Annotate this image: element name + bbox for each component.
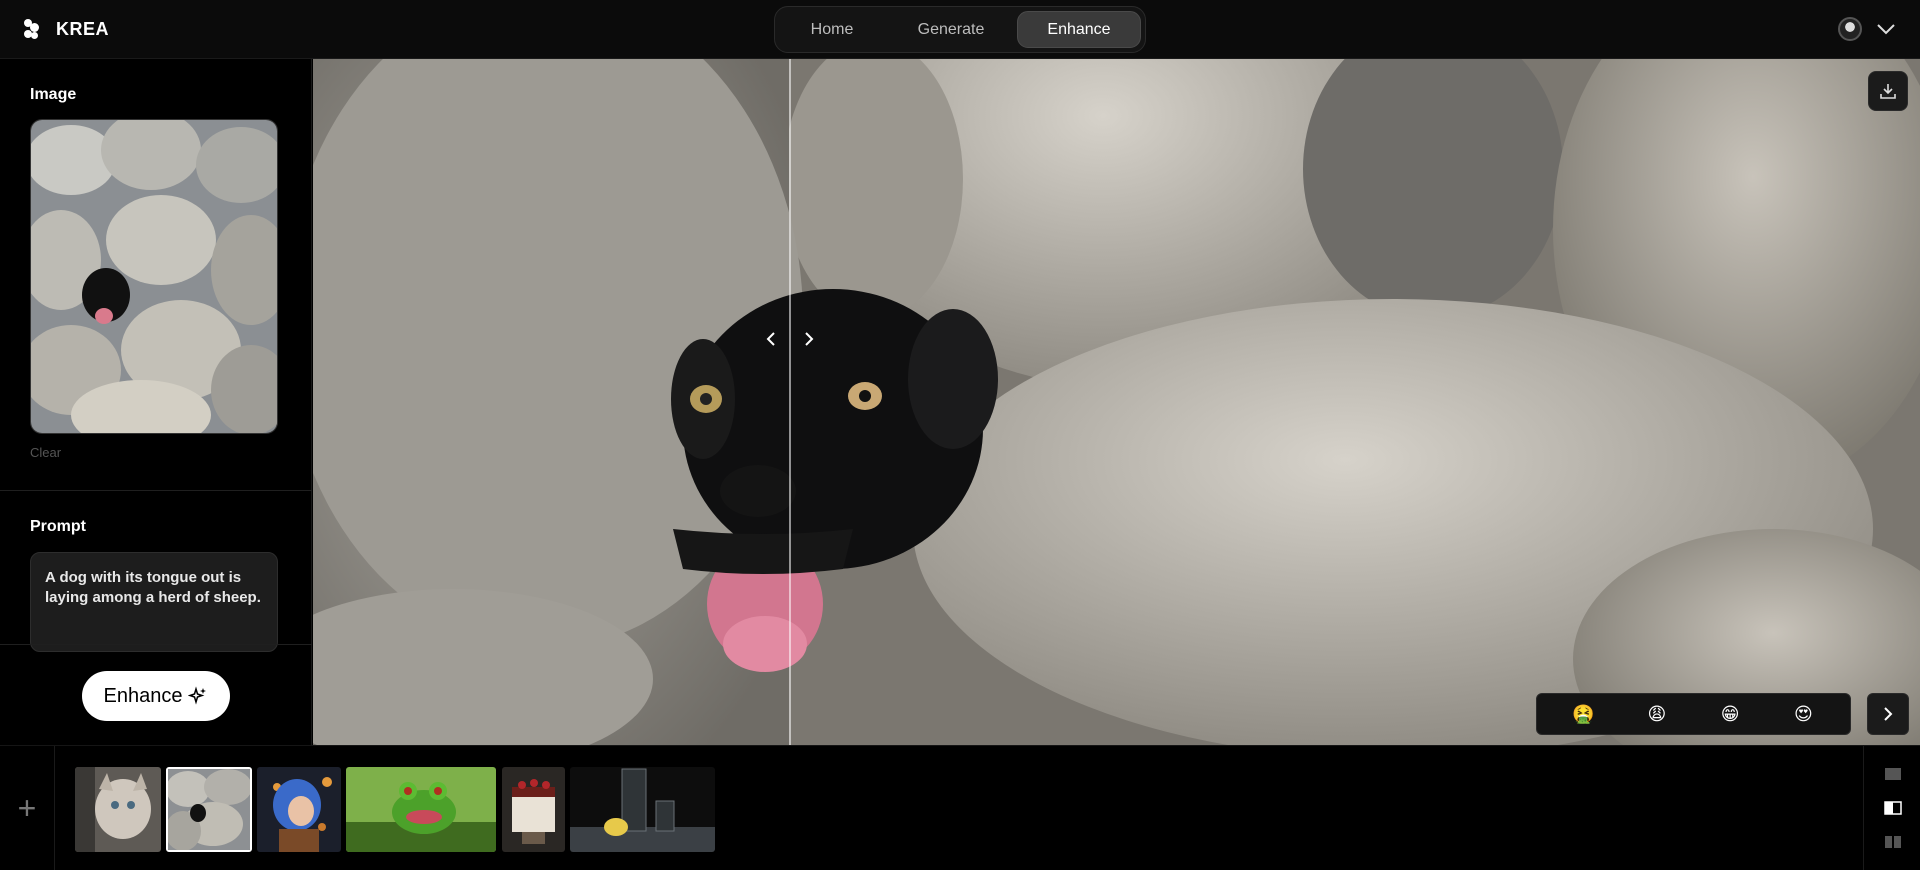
compare-divider[interactable]	[789, 59, 791, 745]
single-view-icon[interactable]	[1884, 767, 1902, 781]
weary-emoji-icon[interactable]: 😩	[1643, 700, 1671, 728]
tab-home[interactable]: Home	[779, 11, 885, 48]
left-panel: Image Clear Prompt A dog with its tongue…	[0, 59, 312, 745]
tab-generate[interactable]: Generate	[891, 11, 1011, 48]
thumb-glass-lemon[interactable]	[570, 767, 715, 852]
clear-button[interactable]: Clear	[30, 445, 61, 460]
chevron-left-icon[interactable]	[765, 330, 777, 348]
thumb-cake[interactable]	[502, 767, 565, 852]
download-button[interactable]	[1868, 71, 1908, 111]
divider	[0, 490, 312, 491]
view-mode-switcher	[1863, 746, 1920, 870]
thumb-dog-sheep[interactable]	[166, 767, 252, 852]
chevron-down-icon[interactable]	[1875, 20, 1897, 38]
enhance-button-label: Enhance	[103, 684, 183, 707]
download-icon	[1880, 84, 1896, 99]
input-image-preview[interactable]	[30, 119, 278, 434]
main-nav: Home Generate Enhance	[774, 6, 1146, 53]
prompt-input[interactable]: A dog with its tongue out is laying amon…	[30, 552, 278, 652]
brand[interactable]: KREA	[22, 17, 109, 41]
tab-enhance[interactable]: Enhance	[1017, 11, 1141, 48]
enhance-button[interactable]: Enhance	[82, 671, 230, 721]
split-compare-icon[interactable]	[1884, 801, 1902, 815]
thumb-frog[interactable]	[346, 767, 496, 852]
enhanced-image	[313, 59, 1920, 745]
top-bar: KREA Home Generate Enhance	[0, 0, 1920, 59]
image-label: Image	[30, 86, 77, 103]
brand-name: KREA	[56, 18, 110, 39]
image-compare-viewer[interactable]: 🤮 😩 😁 😍	[313, 59, 1920, 745]
side-by-side-icon[interactable]	[1884, 835, 1902, 849]
heart-eyes-emoji-icon[interactable]: 😍	[1789, 700, 1817, 728]
prompt-label: Prompt	[30, 518, 86, 535]
chevron-right-icon[interactable]	[803, 330, 815, 348]
grin-emoji-icon[interactable]: 😁	[1716, 700, 1744, 728]
rating-bar: 🤮 😩 😁 😍	[1536, 693, 1851, 735]
history-strip: +	[0, 745, 1920, 870]
avatar-icon[interactable]	[1838, 17, 1862, 41]
sparkles-icon	[188, 686, 207, 705]
thumb-anime-girl[interactable]	[257, 767, 341, 852]
thumb-kitten[interactable]	[75, 767, 161, 852]
next-button[interactable]	[1867, 693, 1909, 735]
vomit-emoji-icon[interactable]: 🤮	[1570, 700, 1598, 728]
compare-handle[interactable]	[765, 329, 815, 349]
krea-logo-icon	[22, 17, 42, 41]
add-image-button[interactable]: +	[0, 746, 55, 870]
divider	[0, 644, 312, 645]
chevron-right-icon	[1884, 707, 1893, 721]
